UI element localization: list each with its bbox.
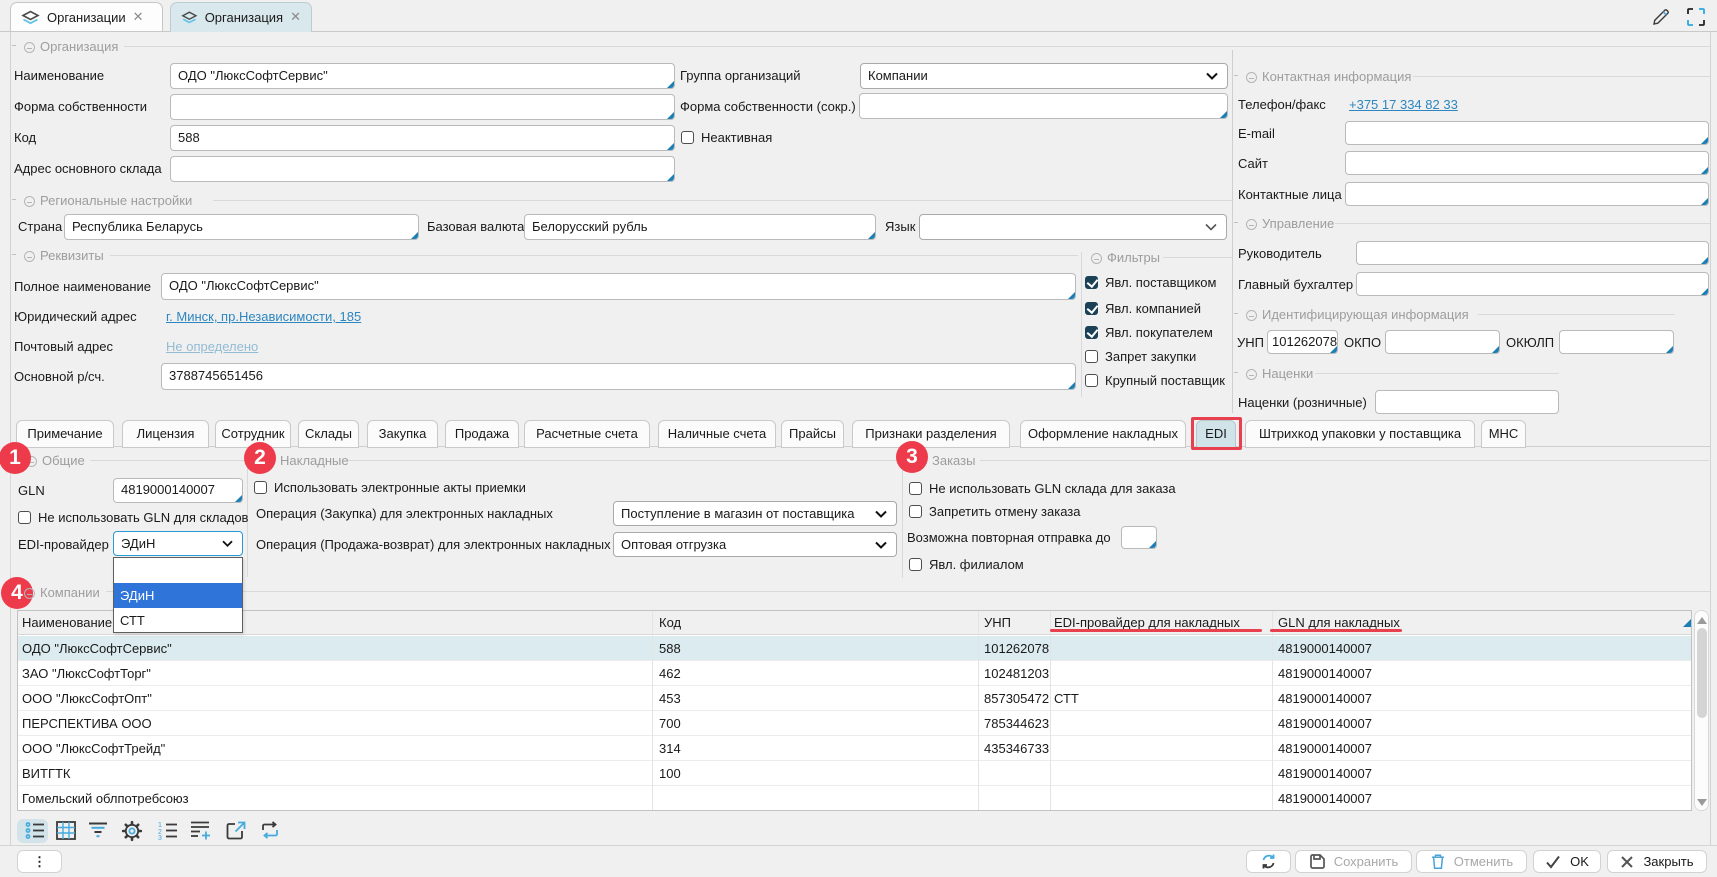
svg-text:3: 3 [158, 835, 162, 840]
svg-text:1: 1 [158, 822, 162, 829]
